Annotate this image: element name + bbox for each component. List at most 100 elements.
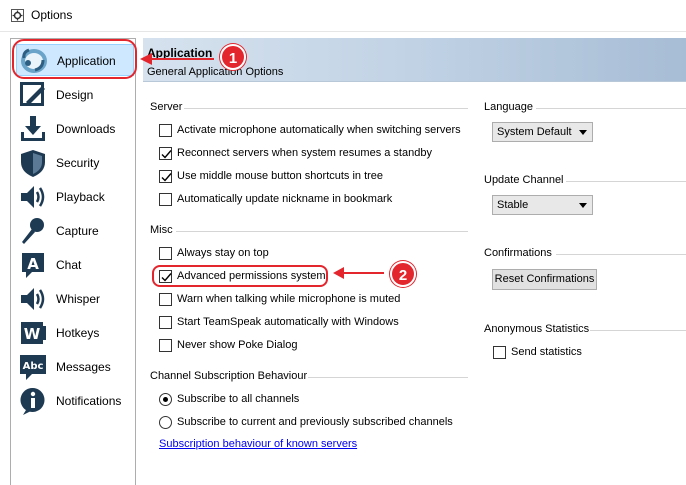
checkbox-label: Always stay on top bbox=[177, 247, 269, 259]
subscription-known-servers-link[interactable]: Subscription behaviour of known servers bbox=[159, 438, 357, 450]
group-divider bbox=[556, 254, 686, 255]
checkbox-label: Automatically update nickname in bookmar… bbox=[177, 193, 393, 205]
sidebar-item-label: Hotkeys bbox=[56, 326, 100, 340]
annotation-arrow-1 bbox=[140, 53, 214, 65]
sidebar-item-label: Design bbox=[56, 88, 94, 102]
info-icon bbox=[18, 386, 48, 416]
sidebar-item-chat[interactable]: A Chat bbox=[16, 249, 134, 281]
annotation-arrow-2 bbox=[333, 267, 384, 279]
subscribe-all-radio[interactable]: Subscribe to all channels bbox=[159, 392, 459, 408]
sidebar-item-label: Playback bbox=[56, 190, 105, 204]
channel-subscription-group-title: Channel Subscription Behaviour bbox=[150, 370, 308, 382]
update-channel-dropdown-value: Stable bbox=[497, 199, 529, 211]
checkbox-label: Never show Poke Dialog bbox=[177, 339, 298, 351]
misc-group-title: Misc bbox=[150, 224, 173, 236]
checkbox-label: Activate microphone automatically when s… bbox=[177, 124, 461, 136]
checkbox-label: Reconnect servers when system resumes a … bbox=[177, 147, 432, 159]
pencil-icon bbox=[18, 80, 48, 110]
sidebar-item-label: Capture bbox=[56, 224, 99, 238]
checkbox-label: Warn when talking while microphone is mu… bbox=[177, 293, 401, 305]
confirmations-group-title: Confirmations bbox=[484, 247, 552, 259]
checkbox-label: Send statistics bbox=[511, 346, 582, 358]
server-group-title: Server bbox=[150, 101, 183, 113]
sidebar-item-capture[interactable]: Capture bbox=[16, 215, 134, 247]
group-divider bbox=[176, 231, 468, 232]
chevron-down-icon bbox=[579, 203, 587, 208]
checkbox[interactable] bbox=[159, 293, 172, 306]
update-channel-group-title: Update Channel bbox=[484, 174, 564, 186]
sidebar-item-label: Chat bbox=[56, 258, 82, 272]
server-option-update-nickname[interactable]: Automatically update nickname in bookmar… bbox=[159, 192, 459, 208]
gear-icon bbox=[11, 9, 24, 22]
group-divider bbox=[566, 181, 686, 182]
annotation-badge-2: 2 bbox=[390, 261, 416, 287]
window-title: Options bbox=[31, 8, 73, 22]
checkbox-label: Use middle mouse button shortcuts in tre… bbox=[177, 170, 384, 182]
window-titlebar: Options bbox=[0, 0, 686, 32]
radio-label: Subscribe to current and previously subs… bbox=[177, 416, 453, 428]
group-divider bbox=[184, 108, 468, 109]
subscribe-current-radio[interactable]: Subscribe to current and previously subs… bbox=[159, 415, 459, 431]
download-icon bbox=[18, 114, 48, 144]
whisper-speaker-icon bbox=[18, 284, 48, 314]
checkbox[interactable] bbox=[159, 170, 172, 183]
sidebar-item-messages[interactable]: Abc Messages bbox=[16, 351, 134, 383]
checkbox[interactable] bbox=[159, 247, 172, 260]
abc-icon: Abc bbox=[18, 352, 48, 382]
group-divider bbox=[308, 377, 468, 378]
page-subtitle: General Application Options bbox=[147, 66, 284, 78]
server-option-reconnect[interactable]: Reconnect servers when system resumes a … bbox=[159, 146, 459, 162]
radio-button[interactable] bbox=[159, 393, 172, 406]
options-sidebar: Application Design Downloads Security Pl… bbox=[10, 38, 136, 485]
radio-label: Subscribe to all channels bbox=[177, 393, 300, 405]
misc-option-never-poke[interactable]: Never show Poke Dialog bbox=[159, 338, 459, 354]
language-group-title: Language bbox=[484, 101, 533, 113]
sidebar-item-whisper[interactable]: Whisper bbox=[16, 283, 134, 315]
annotation-highlight-application bbox=[12, 39, 137, 79]
checkbox-label: Start TeamSpeak automatically with Windo… bbox=[177, 316, 399, 328]
misc-option-always-on-top[interactable]: Always stay on top bbox=[159, 246, 459, 262]
sidebar-item-notifications[interactable]: Notifications bbox=[16, 385, 134, 417]
misc-option-warn-muted[interactable]: Warn when talking while microphone is mu… bbox=[159, 292, 459, 308]
sidebar-item-label: Security bbox=[56, 156, 100, 170]
update-channel-dropdown[interactable]: Stable bbox=[492, 195, 593, 215]
sidebar-item-security[interactable]: Security bbox=[16, 147, 134, 179]
group-divider bbox=[590, 330, 686, 331]
hotkeys-w-icon: W bbox=[18, 318, 48, 348]
sidebar-item-downloads[interactable]: Downloads bbox=[16, 113, 134, 145]
speaker-icon bbox=[18, 182, 48, 212]
language-dropdown-value: System Default bbox=[497, 126, 572, 138]
button-label: Reset Confirmations bbox=[494, 273, 595, 285]
microphone-icon bbox=[18, 216, 48, 246]
sidebar-item-label: Notifications bbox=[56, 394, 122, 408]
server-option-activate-microphone[interactable]: Activate microphone automatically when s… bbox=[159, 123, 461, 139]
group-divider bbox=[536, 108, 686, 109]
svg-text:Abc: Abc bbox=[23, 361, 44, 372]
sidebar-item-playback[interactable]: Playback bbox=[16, 181, 134, 213]
checkbox[interactable] bbox=[159, 147, 172, 160]
sidebar-item-label: Messages bbox=[56, 360, 111, 374]
checkbox[interactable] bbox=[159, 193, 172, 206]
checkbox[interactable] bbox=[493, 346, 506, 359]
anonymous-statistics-group-title: Anonymous Statistics bbox=[484, 323, 590, 335]
radio-button[interactable] bbox=[159, 416, 172, 429]
sidebar-item-label: Whisper bbox=[56, 292, 101, 306]
svg-text:W: W bbox=[24, 325, 41, 343]
svg-text:A: A bbox=[27, 255, 39, 273]
checkbox[interactable] bbox=[159, 316, 172, 329]
sidebar-item-label: Downloads bbox=[56, 122, 116, 136]
language-dropdown[interactable]: System Default bbox=[492, 122, 593, 142]
reset-confirmations-button[interactable]: Reset Confirmations bbox=[492, 269, 597, 290]
sidebar-item-design[interactable]: Design bbox=[16, 79, 134, 111]
chat-a-icon: A bbox=[18, 250, 48, 280]
shield-icon bbox=[18, 148, 48, 178]
sidebar-item-hotkeys[interactable]: W Hotkeys bbox=[16, 317, 134, 349]
chevron-down-icon bbox=[579, 130, 587, 135]
send-statistics-option[interactable]: Send statistics bbox=[493, 345, 673, 361]
annotation-badge-1: 1 bbox=[220, 44, 246, 70]
checkbox[interactable] bbox=[159, 339, 172, 352]
checkbox[interactable] bbox=[159, 124, 172, 137]
annotation-highlight-advanced-permissions bbox=[152, 265, 328, 287]
misc-option-autostart[interactable]: Start TeamSpeak automatically with Windo… bbox=[159, 315, 459, 331]
server-option-middle-mouse[interactable]: Use middle mouse button shortcuts in tre… bbox=[159, 169, 459, 185]
